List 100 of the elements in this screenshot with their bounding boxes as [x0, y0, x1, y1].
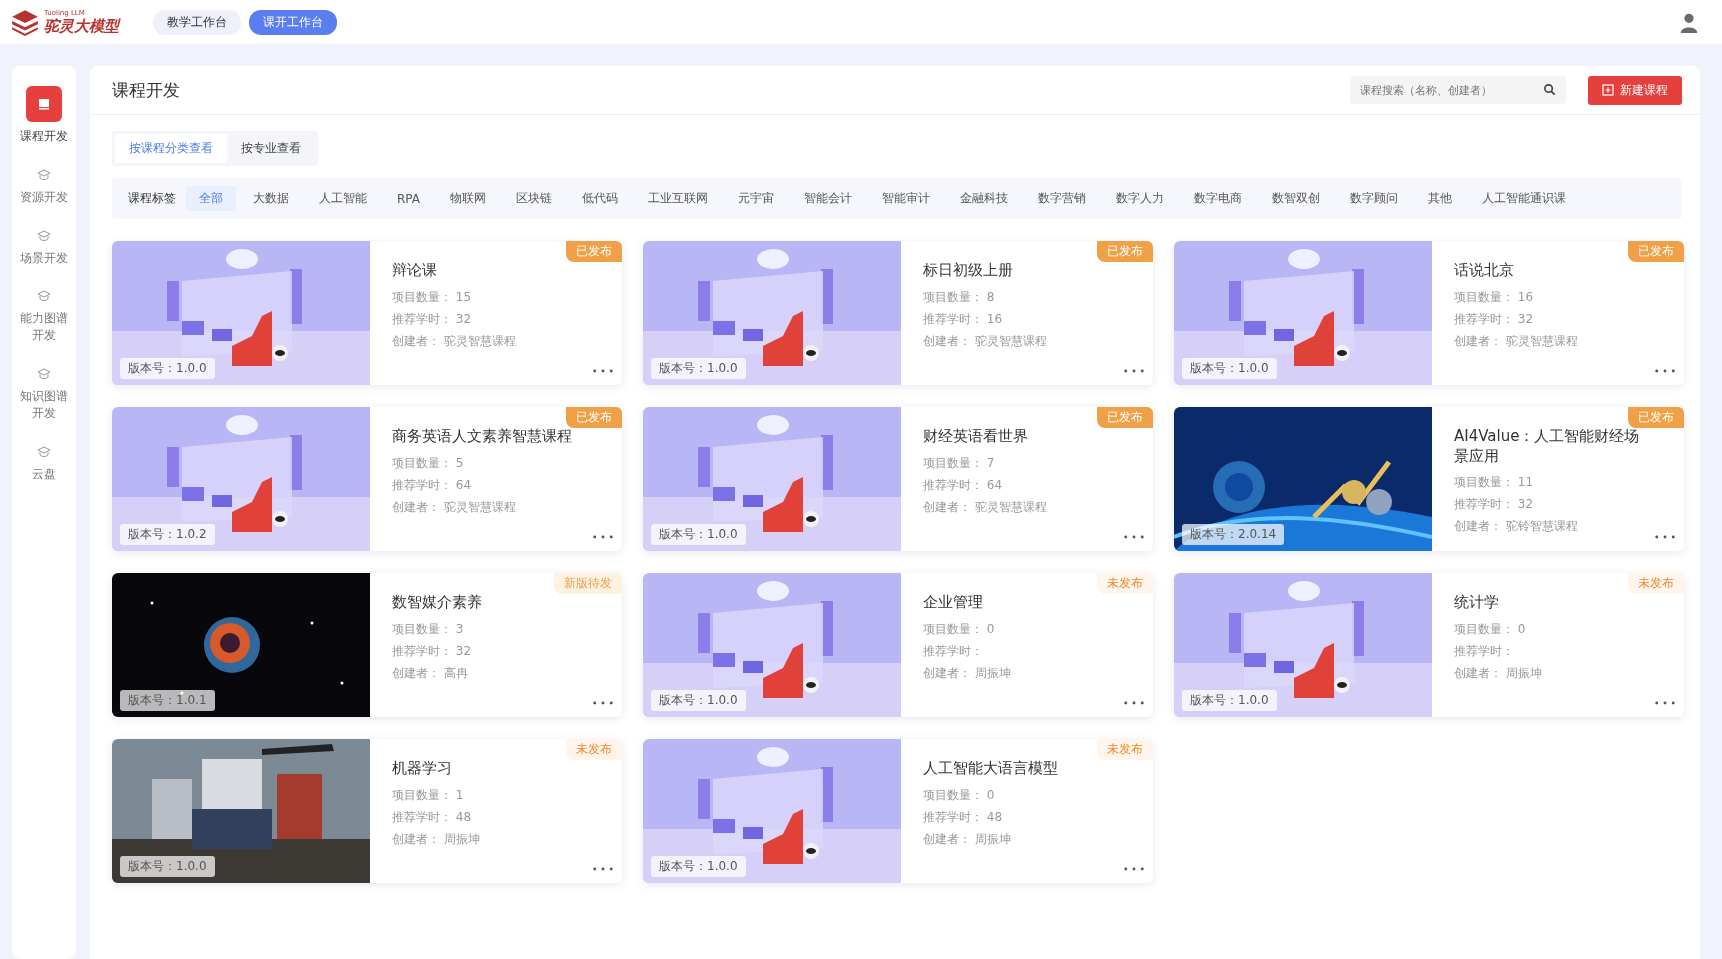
creator: 创建者： 驼灵智慧课程 — [392, 498, 517, 516]
sidebar-item[interactable]: 场景开发 — [16, 227, 72, 267]
course-card[interactable]: 版本号：1.0.0 已发布 标日初级上册 项目数量： 8 推荐学时： 16 创建者： 驼灵智慧课程 — [643, 241, 1153, 385]
tag-filter[interactable]: 金融科技 — [947, 186, 1021, 211]
recommended-hours: 推荐学时： 32 — [392, 310, 473, 328]
course-title: 机器学习 — [392, 759, 453, 779]
more-icon[interactable] — [1123, 369, 1145, 373]
status-badge: 已发布 — [1628, 241, 1684, 262]
tag-filter[interactable]: 数字电商 — [1181, 186, 1255, 211]
creator: 创建者： 周振坤 — [923, 830, 1012, 848]
tag-filter[interactable]: 其他 — [1415, 186, 1465, 211]
tag-filter[interactable]: 区块链 — [503, 186, 565, 211]
status-badge: 已发布 — [566, 407, 622, 428]
creator: 创建者： 驼灵智慧课程 — [392, 332, 517, 350]
status-badge: 未发布 — [1097, 739, 1153, 760]
creator: 创建者： 驼灵智慧课程 — [923, 498, 1048, 516]
version-label: 版本号：1.0.0 — [651, 524, 746, 545]
version-label: 版本号：1.0.1 — [120, 690, 215, 711]
course-card[interactable]: 版本号：1.0.0 已发布 话说北京 项目数量： 16 推荐学时： 32 创建者： 驼灵智慧课程 — [1174, 241, 1684, 385]
tag-filter[interactable]: 智能会计 — [791, 186, 865, 211]
view-tab[interactable]: 按专业查看 — [227, 134, 315, 163]
status-badge: 未发布 — [1628, 573, 1684, 594]
tag-filter[interactable]: 人工智能 — [306, 186, 380, 211]
logo-icon — [10, 7, 40, 37]
recommended-hours: 推荐学时： 32 — [1454, 310, 1535, 328]
tag-filter[interactable]: 数字顾问 — [1337, 186, 1411, 211]
more-icon[interactable] — [592, 369, 614, 373]
course-card[interactable]: 版本号：1.0.0 已发布 财经英语看世界 项目数量： 7 推荐学时： 64 创建者： 驼灵智慧课程 — [643, 407, 1153, 551]
project-count: 项目数量： 8 — [923, 288, 996, 306]
search-field[interactable]: 课程搜索（名称、创建者） — [1350, 76, 1566, 104]
more-icon[interactable] — [1123, 701, 1145, 705]
course-title: 话说北京 — [1454, 261, 1515, 281]
more-icon[interactable] — [1654, 369, 1676, 373]
search-icon[interactable] — [1543, 83, 1556, 96]
project-count: 项目数量： 7 — [923, 454, 996, 472]
status-badge: 未发布 — [566, 739, 622, 760]
course-title: 商务英语人文素养智慧课程 — [392, 427, 573, 447]
tag-filter[interactable]: 智能审计 — [869, 186, 943, 211]
new-course-button[interactable]: 新建课程 — [1588, 75, 1682, 105]
version-label: 版本号：1.0.0 — [1182, 358, 1277, 379]
tag-filter[interactable]: 全部 — [186, 186, 236, 211]
sidebar-item[interactable]: 云盘 — [16, 443, 72, 483]
project-count: 项目数量： 5 — [392, 454, 465, 472]
tag-filter[interactable]: 元宇宙 — [725, 186, 787, 211]
version-label: 版本号：1.0.0 — [651, 690, 746, 711]
course-card[interactable]: 版本号：1.0.2 已发布 商务英语人文素养智慧课程 项目数量： 5 推荐学时： 64 创建者： 驼灵智慧课程 — [112, 407, 622, 551]
tag-filter[interactable]: RPA — [384, 187, 433, 210]
course-card[interactable]: 版本号：1.0.0 已发布 辩论课 项目数量： 15 推荐学时： 32 创建者： 驼灵智慧课程 — [112, 241, 622, 385]
recommended-hours: 推荐学时： — [1454, 642, 1515, 660]
recommended-hours: 推荐学时： 32 — [392, 642, 473, 660]
more-icon[interactable] — [1654, 535, 1676, 539]
page-title: 课程开发 — [112, 78, 180, 102]
recommended-hours: 推荐学时： 48 — [923, 808, 1004, 826]
course-card[interactable]: 版本号：1.0.0 未发布 统计学 项目数量： 0 推荐学时： 创建者： 周振坤 — [1174, 573, 1684, 717]
tag-filter[interactable]: 物联网 — [437, 186, 499, 211]
view-tab[interactable]: 按课程分类查看 — [115, 134, 227, 163]
project-count: 项目数量： 11 — [1454, 474, 1535, 491]
tag-filter[interactable]: 人工智能通识课 — [1469, 186, 1579, 211]
sidebar-item[interactable]: 知识图谱开发 — [16, 366, 72, 422]
recommended-hours: 推荐学时： — [923, 642, 984, 660]
creator: 创建者： 驼灵智慧课程 — [1454, 332, 1579, 350]
tag-filter[interactable]: 大数据 — [240, 186, 302, 211]
tag-filter[interactable]: 工业互联网 — [635, 186, 721, 211]
recommended-hours: 推荐学时： 64 — [392, 476, 473, 494]
project-count: 项目数量： 16 — [1454, 288, 1535, 306]
workbench-tab[interactable]: 教学工作台 — [153, 9, 241, 35]
tag-filter[interactable]: 低代码 — [569, 186, 631, 211]
course-card[interactable]: 版本号：1.0.0 未发布 企业管理 项目数量： 0 推荐学时： 创建者： 周振坤 — [643, 573, 1153, 717]
course-card[interactable]: 版本号：1.0.0 未发布 人工智能大语言模型 项目数量： 0 推荐学时： 48 创建者： 周振坤 — [643, 739, 1153, 883]
status-badge: 已发布 — [566, 241, 622, 262]
course-title: 财经英语看世界 — [923, 427, 1029, 447]
course-card[interactable]: 版本号：1.0.1 新版待发 数智媒介素养 项目数量： 3 推荐学时： 32 创建者： 高冉 — [112, 573, 622, 717]
version-label: 版本号：1.0.0 — [651, 358, 746, 379]
more-icon[interactable] — [592, 701, 614, 705]
version-label: 版本号：2.0.14 — [1182, 524, 1285, 545]
more-icon[interactable] — [592, 535, 614, 539]
status-badge: 已发布 — [1097, 241, 1153, 262]
more-icon[interactable] — [1123, 535, 1145, 539]
course-title: 企业管理 — [923, 593, 984, 613]
course-card[interactable]: 版本号：2.0.14 已发布 AI4Value：人工智能财经场景应用 项目数量： 11 推荐学时： 32 创建者： 驼铃智慧课程 — [1174, 407, 1684, 551]
workbench-tab[interactable]: 课开工作台 — [249, 9, 337, 35]
sidebar-item[interactable]: 能力图谱开发 — [16, 288, 72, 344]
tag-filter[interactable]: 数字营销 — [1025, 186, 1099, 211]
project-count: 项目数量： 3 — [392, 620, 465, 638]
tag-filter[interactable]: 数智双创 — [1259, 186, 1333, 211]
creator: 创建者： 周振坤 — [1454, 664, 1543, 682]
course-title: AI4Value：人工智能财经场景应用 — [1454, 427, 1641, 466]
more-icon[interactable] — [1123, 867, 1145, 871]
status-badge: 已发布 — [1628, 407, 1684, 428]
tag-filter[interactable]: 数字人力 — [1103, 186, 1177, 211]
more-icon[interactable] — [592, 867, 614, 871]
course-title: 辩论课 — [392, 261, 438, 281]
course-card[interactable]: 版本号：1.0.0 未发布 机器学习 项目数量： 1 推荐学时： 48 创建者： 周振坤 — [112, 739, 622, 883]
recommended-hours: 推荐学时： 16 — [923, 310, 1004, 328]
sidebar-item[interactable]: 课程开发 — [16, 86, 72, 145]
more-icon[interactable] — [1654, 701, 1676, 705]
course-title: 统计学 — [1454, 593, 1500, 613]
sidebar-item[interactable]: 资源开发 — [16, 166, 72, 206]
project-count: 项目数量： 1 — [392, 786, 465, 804]
version-label: 版本号：1.0.0 — [120, 358, 215, 379]
